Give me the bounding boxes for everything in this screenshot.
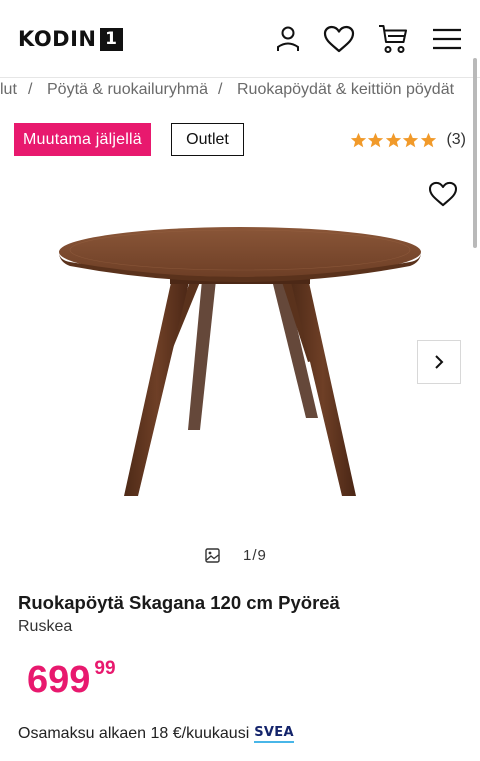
breadcrumb-item[interactable]: Pöytä & ruokailuryhmä <box>47 81 208 99</box>
account-icon[interactable] <box>271 22 305 56</box>
product-image[interactable] <box>50 220 430 510</box>
logo-badge: 1 <box>99 27 123 51</box>
product-title: Ruokapöytä Skagana 120 cm Pyöreä <box>18 592 340 613</box>
low-stock-badge: Muutama jäljellä <box>14 123 151 156</box>
price: 699 99 <box>27 656 116 704</box>
image-icon <box>205 547 220 563</box>
chevron-right-icon <box>435 355 444 369</box>
site-header: KODIN 1 <box>0 0 480 78</box>
star-icon <box>403 132 419 147</box>
svea-logo[interactable]: SVEA <box>254 725 294 743</box>
scrollbar[interactable] <box>473 58 477 248</box>
outlet-badge: Outlet <box>171 123 244 156</box>
rating-stars <box>350 132 438 149</box>
rating[interactable]: (3) <box>350 128 466 152</box>
cart-icon[interactable] <box>376 22 410 56</box>
installment-info: Osamaksu alkaen 18 €/kuukausi SVEA <box>18 725 294 743</box>
installment-text: Osamaksu alkaen 18 €/kuukausi <box>18 725 250 742</box>
menu-icon[interactable] <box>430 22 464 56</box>
star-icon <box>350 132 367 147</box>
next-image-button[interactable] <box>417 340 461 384</box>
breadcrumb: lut / Pöytä & ruokailuryhmä / Ruokapöydä… <box>0 78 480 104</box>
logo[interactable]: KODIN 1 <box>18 26 123 52</box>
breadcrumb-item[interactable]: lut <box>0 81 17 99</box>
logo-text: KODIN <box>18 27 97 51</box>
breadcrumb-separator: / <box>28 81 33 98</box>
star-icon <box>385 132 402 147</box>
price-decimals: 99 <box>94 658 116 679</box>
star-icon <box>420 132 437 147</box>
wishlist-icon[interactable] <box>322 22 356 56</box>
price-main: 699 <box>27 659 91 701</box>
star-icon <box>368 132 384 147</box>
breadcrumb-item[interactable]: Ruokapöydät & keittiön pöydät <box>237 81 454 99</box>
rating-count: (3) <box>446 131 466 148</box>
add-to-wishlist-button[interactable] <box>426 178 460 210</box>
gallery-counter: 1/9 <box>205 545 267 565</box>
product-variant: Ruskea <box>18 618 73 635</box>
gallery-counter-text: 1/9 <box>243 546 267 564</box>
breadcrumb-separator: / <box>218 81 223 98</box>
heart-icon <box>428 181 458 207</box>
